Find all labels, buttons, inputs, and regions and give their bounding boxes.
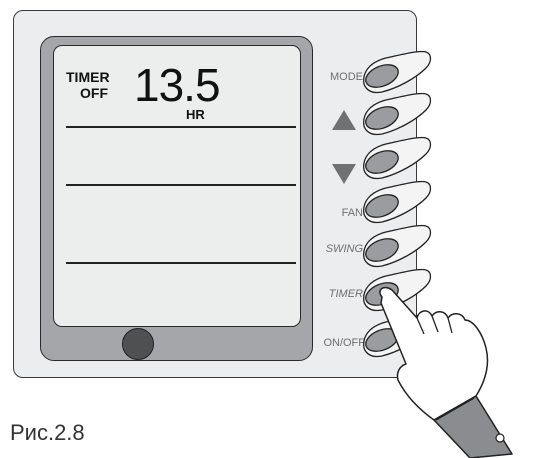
up-button[interactable] bbox=[361, 92, 432, 136]
swing-button[interactable] bbox=[361, 224, 432, 268]
figure-caption: Рис.2.8 bbox=[10, 420, 85, 445]
down-button[interactable] bbox=[361, 136, 432, 180]
triangle-up-icon bbox=[332, 110, 356, 130]
controls-overlay bbox=[332, 50, 513, 458]
triangle-down-icon bbox=[332, 164, 356, 184]
mode-button[interactable] bbox=[361, 50, 432, 94]
pointing-hand-icon bbox=[379, 286, 513, 458]
fan-button[interactable] bbox=[361, 180, 432, 224]
